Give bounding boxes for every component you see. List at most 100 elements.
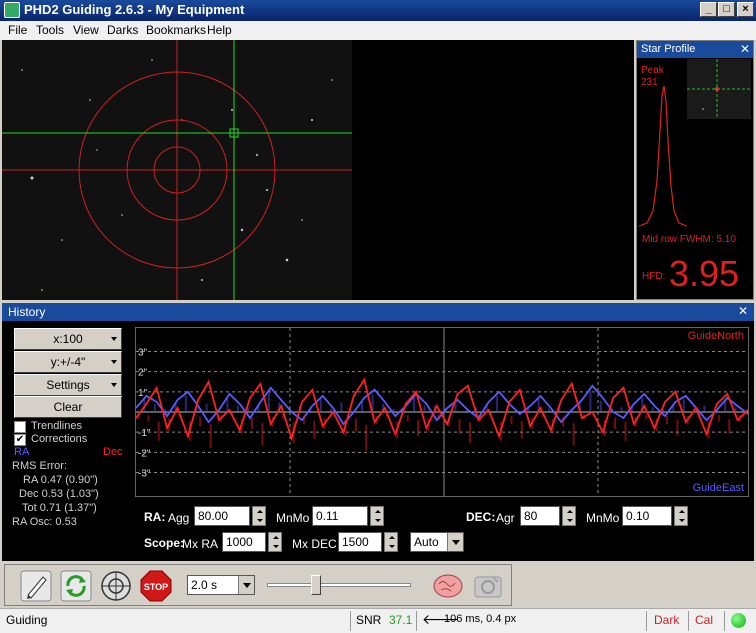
correction-bar [313,420,316,439]
correction-bar [261,423,264,446]
correction-bar [547,408,550,412]
dec-mnmo-spinner[interactable] [674,506,688,526]
star-profile-close-icon[interactable]: ✕ [740,42,750,56]
guide-step-info: 106 ms, 0.4 px [444,613,517,625]
correction-bar [458,419,461,434]
app-icon [4,2,20,18]
star-thumbnail [687,59,751,119]
correction-bar [589,391,592,412]
correction-bar [406,415,409,422]
dec-agr-field[interactable]: 80 [520,506,560,526]
status-bar: Guiding SNR 37.1 🡐 106 ms, 0.4 px Dark C… [0,608,756,633]
star-profile-title: Star Profile [641,43,696,55]
correction-bar [205,404,208,412]
correction-bar [724,400,727,412]
y-scale-dropdown[interactable]: y:+/-4" [14,351,122,373]
ra-mnmo-spinner[interactable] [370,506,384,526]
menu-darks[interactable]: Darks [107,23,138,37]
correction-bar [645,414,648,420]
brain-icon[interactable] [431,569,465,603]
dec-agr-spinner[interactable] [562,506,576,526]
correction-bar [153,404,156,412]
loop-exposures-icon[interactable] [59,569,93,603]
menu-bookmarks[interactable]: Bookmarks [146,23,206,37]
correction-bar [209,424,212,448]
correction-bar [464,410,467,412]
dec-mnmo-label: MnMo [586,511,620,525]
correction-bar [703,405,706,412]
dark-status: Dark [654,613,680,627]
correction-bar [496,396,499,412]
history-graph[interactable]: 3" 2" 1" -1" -2" -3" GuideNorth GuideEast [133,327,751,497]
correction-bar [666,416,669,424]
ra-agg-field[interactable]: 80.00 [194,506,250,526]
star-field-image[interactable] [2,40,352,300]
y-tick-label: 2" [138,368,148,379]
correction-bar [651,407,654,412]
correction-bar [717,415,720,422]
history-close-icon[interactable]: ✕ [738,304,748,318]
correction-bar [468,422,471,444]
maximize-button[interactable]: □ [718,2,735,17]
calibration-status: Cal [695,613,714,627]
mx-dec-field[interactable]: 1500 [338,532,382,552]
rms-title: RMS Error: [12,460,67,472]
mx-ra-field[interactable]: 1000 [222,532,266,552]
ra-params-label: RA: [144,510,166,524]
ra-mnmo-field[interactable]: 0.11 [312,506,368,526]
window-title: PHD2 Guiding 2.6.3 - My Equipment [24,2,245,17]
snr-label: SNR [356,613,382,627]
correction-bar [302,416,305,424]
exposure-duration-select[interactable]: 2.0 s [187,575,255,595]
dec-guide-mode-select[interactable]: Auto [410,532,464,552]
mx-ra-label: Mx RA [182,537,218,551]
corrections-label: Corrections [31,433,88,445]
rms-ra: RA 0.47 (0.90") [23,474,98,486]
trendlines-checkbox[interactable] [14,421,26,433]
correction-bar [423,405,426,412]
mx-dec-label: Mx DEC [292,537,337,551]
history-title: History [8,305,46,319]
menu-view[interactable]: View [73,23,99,37]
equipment-connect-icon[interactable] [19,569,53,603]
settings-dropdown[interactable]: Settings [14,374,122,396]
mx-ra-spinner[interactable] [268,532,282,552]
ra-agg-spinner[interactable] [252,506,266,526]
scope-label: Scope: [144,536,185,550]
minimize-button[interactable]: _ [700,2,717,17]
gamma-slider-track[interactable] [267,583,411,587]
main-toolbar: STOP 2.0 s [4,564,512,606]
correction-bar [340,402,343,412]
correction-bar [236,405,239,412]
star-profile-curve [639,85,688,227]
star-profile-title-bar: Star Profile ✕ [637,41,753,58]
correction-bar [599,400,602,412]
menu-file[interactable]: File [8,23,27,37]
correction-bar [413,397,416,412]
ra-agg-label: Agg [168,511,190,525]
auto-select-star-icon[interactable] [99,569,133,603]
dec-mnmo-field[interactable]: 0.10 [622,506,672,526]
x-scale-dropdown[interactable]: x:100 [14,328,122,350]
correction-bar [728,419,731,434]
y-tick-label: -2" [138,448,151,459]
correction-bar [251,417,254,429]
menu-help[interactable]: Help [207,23,232,37]
correction-bar [365,424,368,451]
correction-bar [520,420,523,439]
stop-button[interactable]: STOP [139,569,173,603]
correction-bar [417,420,420,436]
correction-bar [510,416,513,424]
corrections-checkbox[interactable]: ✔ [14,434,26,446]
dec-params-label: DEC: [466,510,496,524]
gamma-slider-thumb[interactable] [311,575,321,595]
correction-bar [437,414,440,420]
close-button[interactable]: × [737,2,754,17]
ra-osc: RA Osc: 0.53 [12,516,77,528]
correction-bar [147,415,150,422]
clear-button[interactable]: Clear [14,396,122,418]
guiding-state: Guiding [6,613,48,627]
menu-tools[interactable]: Tools [36,23,64,37]
mx-dec-spinner[interactable] [384,532,398,552]
guiding-assistant-icon[interactable] [471,569,505,603]
